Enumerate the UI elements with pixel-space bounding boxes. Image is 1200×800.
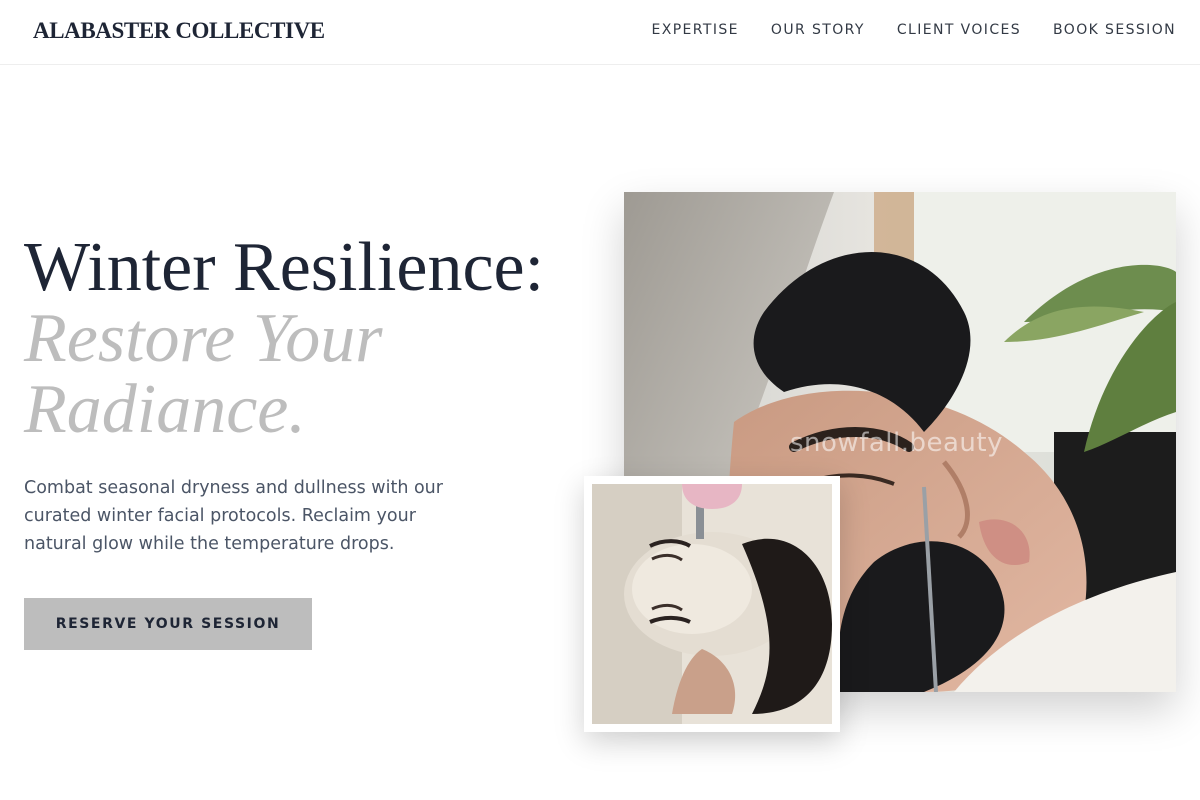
facial-mask-photo <box>592 484 832 724</box>
nav-link-book-session[interactable]: BOOK SESSION <box>1053 22 1176 38</box>
facial-mask-photo-frame <box>584 476 840 732</box>
watermark-text: snowfall.beauty <box>790 428 1003 458</box>
headline-main: Winter Resilience: <box>24 229 545 306</box>
hero-description: Combat seasonal dryness and dullness wit… <box>24 478 443 554</box>
main-nav: EXPERTISE OUR STORY CLIENT VOICES BOOK S… <box>619 22 1176 38</box>
nav-link-our-story[interactable]: OUR STORY <box>771 22 865 38</box>
site-header: ALABASTER COLLECTIVE EXPERTISE OUR STORY… <box>0 0 1200 65</box>
nav-link-client-voices[interactable]: CLIENT VOICES <box>897 22 1021 38</box>
reserve-session-button[interactable]: RESERVE YOUR SESSION <box>24 598 312 650</box>
hero-headline: Winter Resilience: Restore Your Radiance… <box>24 232 584 445</box>
brand-logo[interactable]: ALABASTER COLLECTIVE <box>33 18 325 44</box>
headline-accent-line-2: Radiance. <box>24 371 306 448</box>
nav-link-expertise[interactable]: EXPERTISE <box>651 22 738 38</box>
headline-accent-line-1: Restore Your <box>24 300 383 377</box>
